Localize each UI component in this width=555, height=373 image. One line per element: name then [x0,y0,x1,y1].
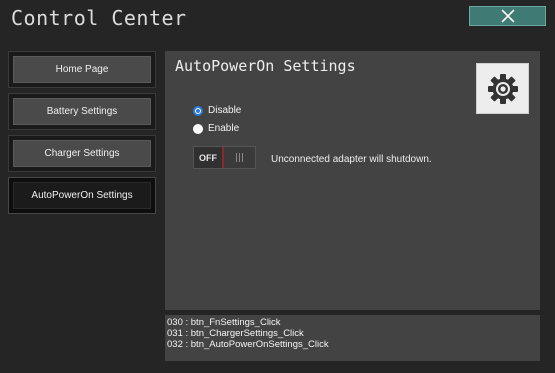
sidebar-item-battery-settings[interactable]: Battery Settings [8,93,156,130]
sidebar-item-home-page[interactable]: Home Page [8,51,156,88]
close-icon [500,9,515,23]
grip-icon [236,153,243,162]
settings-button[interactable] [476,63,529,114]
toggle-description: Unconnected adapter will shutdown. [271,154,432,165]
app-title: Control Center [11,6,187,30]
main-panel: AutoPowerOn Settings Disable Enable OFF … [165,51,540,310]
sidebar-item-label: Charger Settings [13,140,151,167]
radio-button[interactable] [193,123,203,134]
sidebar-item-label: AutoPowerOn Settings [13,182,151,209]
log-line: 032 : btn_AutoPowerOnSettings_Click [167,339,329,350]
close-button[interactable] [469,6,546,26]
radio-label: Disable [208,105,242,116]
auto-power-on-toggle[interactable]: OFF [193,146,256,169]
sidebar-item-autopoweron-settings[interactable]: AutoPowerOn Settings [8,177,156,214]
radio-disable[interactable]: Disable [193,105,241,116]
toggle-knob [224,147,255,168]
radio-label: Enable [208,123,240,134]
log-line: 030 : btn_FnSettings_Click [167,317,281,328]
log-panel: 030 : btn_FnSettings_Click 031 : btn_Cha… [165,315,540,361]
radio-enable[interactable]: Enable [193,123,239,134]
sidebar-item-label: Battery Settings [13,98,151,125]
toggle-state-label: OFF [194,147,224,168]
log-line: 031 : btn_ChargerSettings_Click [167,328,304,339]
page-title: AutoPowerOn Settings [175,57,356,75]
gear-icon [487,73,518,104]
sidebar-item-charger-settings[interactable]: Charger Settings [8,135,156,172]
radio-button[interactable] [193,105,203,116]
sidebar-item-label: Home Page [13,56,151,83]
